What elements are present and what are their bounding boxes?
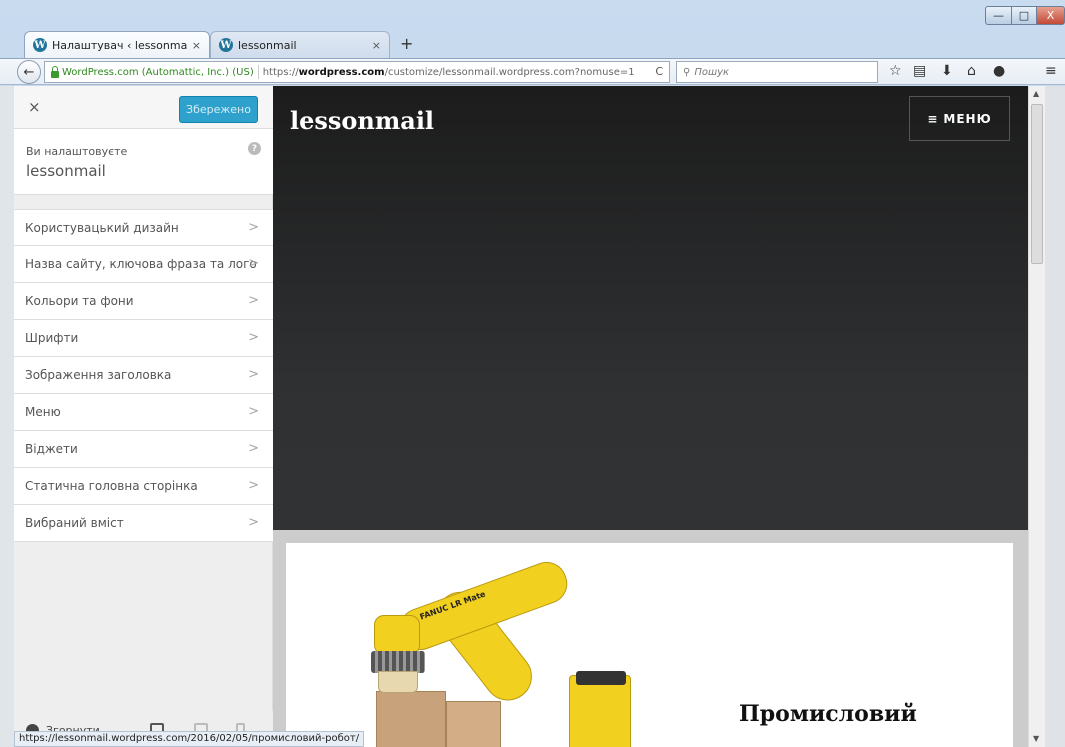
- search-placeholder: Пошук: [694, 66, 730, 78]
- cardboard-box: [446, 701, 501, 747]
- hamburger-icon: ≡: [927, 111, 939, 126]
- maximize-button[interactable]: □: [1011, 6, 1037, 25]
- menu-icon[interactable]: ≡: [1045, 63, 1057, 79]
- section-static-front-page[interactable]: Статична головна сторінка >: [14, 468, 273, 505]
- chevron-right-icon: >: [248, 515, 259, 530]
- site-title[interactable]: lessonmail: [290, 106, 434, 135]
- new-tab-button[interactable]: +: [400, 34, 413, 53]
- site-name: lessonmail: [26, 162, 106, 180]
- section-label: Меню: [25, 405, 61, 419]
- robot-gripper: [371, 651, 425, 673]
- customizer-header: × Збережено: [14, 86, 273, 129]
- section-custom-design[interactable]: Користувацький дизайн >: [14, 209, 273, 246]
- wordpress-icon: W: [219, 38, 233, 52]
- bookmarks-list-icon[interactable]: ▤: [913, 63, 926, 79]
- post-title[interactable]: Промисловий: [739, 701, 917, 727]
- download-icon[interactable]: ⬇: [941, 63, 953, 79]
- section-site-identity[interactable]: Назва сайту, ключова фраза та лого >: [14, 246, 273, 283]
- robot-wrist: [374, 615, 420, 655]
- tab-label: lessonmail: [238, 38, 297, 52]
- site-preview: lessonmail ≡ МЕНЮ FANUC LR Mate Промисло…: [273, 86, 1028, 747]
- section-label: Віджети: [25, 442, 78, 456]
- close-window-button[interactable]: X: [1036, 6, 1065, 25]
- saved-button[interactable]: Збережено: [179, 96, 258, 123]
- cardboard-box: [376, 691, 446, 747]
- reload-icon[interactable]: C: [655, 65, 663, 78]
- robot-image[interactable]: FANUC LR Mate: [286, 543, 726, 747]
- tab-customizer[interactable]: W Налаштувач ‹ lessonma... ×: [24, 31, 210, 58]
- site-header: lessonmail ≡ МЕНЮ: [273, 86, 1028, 530]
- url-divider: [257, 65, 259, 79]
- navigation-bar: ← WordPress.com (Automattic, Inc.) (US) …: [0, 58, 1065, 85]
- address-bar[interactable]: WordPress.com (Automattic, Inc.) (US) ht…: [44, 61, 670, 83]
- outer-scrollbar: [1045, 86, 1065, 747]
- scrollbar-thumb[interactable]: [1031, 104, 1043, 264]
- wordpress-icon: W: [33, 38, 47, 52]
- tab-lessonmail[interactable]: W lessonmail ×: [210, 31, 390, 58]
- browser-window: W Налаштувач ‹ lessonma... × W lessonmai…: [0, 0, 1065, 747]
- section-label: Статична головна сторінка: [25, 479, 198, 493]
- home-icon[interactable]: ⌂: [967, 63, 976, 79]
- scroll-down-icon[interactable]: ▼: [1033, 734, 1039, 743]
- customizer-info: Ви налаштовуєте lessonmail ?: [14, 129, 273, 195]
- chevron-right-icon: >: [248, 220, 259, 235]
- section-label: Кольори та фони: [25, 294, 134, 308]
- search-input[interactable]: ⚲ Пошук: [676, 61, 878, 83]
- section-label: Назва сайту, ключова фраза та лого: [25, 257, 257, 271]
- scroll-up-icon[interactable]: ▲: [1033, 89, 1039, 98]
- help-icon[interactable]: ?: [248, 142, 261, 155]
- url-host: wordpress.com: [298, 66, 385, 78]
- close-icon[interactable]: ×: [28, 98, 41, 116]
- menu-label: МЕНЮ: [943, 111, 992, 126]
- section-header-image[interactable]: Зображення заголовка >: [14, 357, 273, 394]
- vertical-scrollbar[interactable]: ▲ ▼: [1028, 86, 1045, 747]
- chat-icon[interactable]: ●: [993, 63, 1005, 79]
- chevron-right-icon: >: [248, 330, 259, 345]
- chevron-right-icon: >: [248, 367, 259, 382]
- chevron-right-icon: >: [248, 441, 259, 456]
- lock-icon: [51, 65, 59, 78]
- site-identity[interactable]: WordPress.com (Automattic, Inc.) (US): [62, 67, 254, 78]
- back-button[interactable]: ←: [17, 60, 41, 84]
- section-fonts[interactable]: Шрифти >: [14, 320, 273, 357]
- customizer-sidebar: × Збережено Ви налаштовуєте lessonmail ?…: [0, 86, 273, 747]
- section-label: Користувацький дизайн: [25, 220, 179, 235]
- section-featured-content[interactable]: Вибраний вміст >: [14, 505, 273, 542]
- bookmark-star-icon[interactable]: ☆: [889, 63, 902, 79]
- search-icon: ⚲: [683, 66, 691, 78]
- url-path: /customize/lessonmail.wordpress.com?nomu…: [384, 66, 635, 78]
- robot-base: [569, 675, 631, 747]
- robot-joint: [576, 671, 626, 685]
- section-menus[interactable]: Меню >: [14, 394, 273, 431]
- chevron-right-icon: >: [248, 256, 259, 271]
- chevron-right-icon: >: [248, 478, 259, 493]
- close-tab-icon[interactable]: ×: [192, 39, 201, 52]
- section-label: Шрифти: [25, 331, 79, 345]
- status-bar-url: https://lessonmail.wordpress.com/2016/02…: [14, 731, 365, 747]
- section-widgets[interactable]: Віджети >: [14, 431, 273, 468]
- close-tab-icon[interactable]: ×: [372, 39, 381, 52]
- menu-button[interactable]: ≡ МЕНЮ: [909, 96, 1010, 141]
- tab-bar: W Налаштувач ‹ lessonma... × W lessonmai…: [0, 0, 1065, 58]
- section-label: Зображення заголовка: [25, 368, 172, 382]
- minimize-button[interactable]: —: [985, 6, 1012, 25]
- back-arrow-icon: ←: [23, 64, 35, 80]
- chevron-right-icon: >: [248, 404, 259, 419]
- customizer-sections: Користувацький дизайн > Назва сайту, ключ…: [14, 209, 273, 542]
- section-colors[interactable]: Кольори та фони >: [14, 283, 273, 320]
- info-prefix: Ви налаштовуєте: [26, 145, 128, 158]
- chevron-right-icon: >: [248, 293, 259, 308]
- tab-label: Налаштувач ‹ lessonma...: [52, 38, 188, 52]
- gripped-cup: [378, 671, 418, 693]
- url-scheme: https://: [262, 66, 299, 78]
- featured-post[interactable]: FANUC LR Mate Промисловий: [286, 543, 1013, 747]
- section-label: Вибраний вміст: [25, 516, 124, 530]
